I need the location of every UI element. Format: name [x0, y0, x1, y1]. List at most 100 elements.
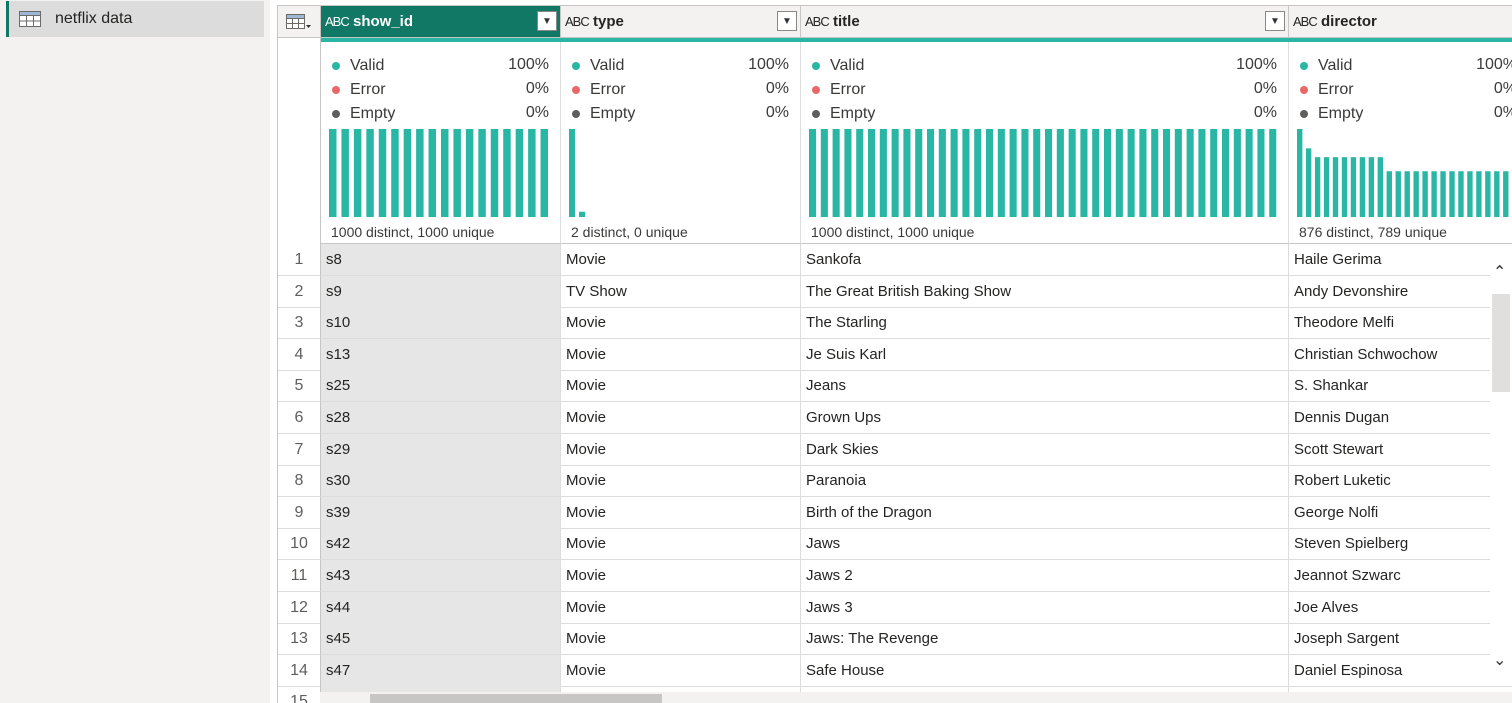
table-cell-director[interactable]: Scott Stewart: [1289, 434, 1512, 466]
table-cell-director[interactable]: Dennis Dugan: [1289, 402, 1512, 434]
distribution-bar[interactable]: [1386, 171, 1392, 217]
table-cell-title[interactable]: Jaws 2: [801, 560, 1289, 592]
distribution-bar[interactable]: [1186, 129, 1194, 217]
table-cell-type[interactable]: Movie: [561, 591, 801, 624]
distribution-bar[interactable]: [1151, 129, 1159, 217]
table-cell-type[interactable]: Movie: [561, 370, 801, 403]
distribution-bar[interactable]: [441, 129, 449, 217]
text-type-icon[interactable]: ABC: [805, 14, 830, 29]
table-cell-title[interactable]: Sankofa: [801, 244, 1289, 276]
distribution-bar[interactable]: [1485, 171, 1491, 217]
distribution-bar[interactable]: [1314, 157, 1321, 217]
table-cell-show_id[interactable]: s13: [321, 338, 561, 371]
table-cell-director[interactable]: George Nolfi: [1289, 497, 1512, 529]
table-cell-type[interactable]: Movie: [561, 338, 801, 371]
table-cell-show_id[interactable]: s25: [321, 370, 561, 403]
distribution-bar[interactable]: [1163, 129, 1171, 217]
distribution-bar[interactable]: [997, 129, 1005, 217]
distribution-bar[interactable]: [856, 129, 864, 217]
distribution-bar[interactable]: [962, 129, 970, 217]
table-cell-title[interactable]: Je Suis Karl: [801, 338, 1289, 371]
distribution-bar[interactable]: [1413, 171, 1419, 217]
table-cell-title[interactable]: Grown Ups: [801, 402, 1289, 434]
distribution-bar[interactable]: [820, 129, 828, 217]
distribution-bar[interactable]: [391, 129, 399, 217]
distribution-bar[interactable]: [1305, 148, 1312, 217]
row-number[interactable]: 6: [278, 402, 321, 434]
table-cell-show_id[interactable]: s39: [321, 496, 561, 529]
distribution-bar[interactable]: [891, 129, 899, 217]
distribution-bar[interactable]: [1115, 129, 1123, 217]
table-cell-type[interactable]: Movie: [561, 402, 801, 434]
distribution-bar[interactable]: [1021, 129, 1029, 217]
column-header-type[interactable]: ABC type ▼: [561, 6, 801, 38]
distribution-bar[interactable]: [1503, 171, 1509, 217]
scroll-down-icon[interactable]: ⌄: [1493, 650, 1506, 670]
table-cell-type[interactable]: TV Show: [561, 275, 801, 308]
row-number[interactable]: 13: [278, 623, 321, 656]
horizontal-scroll-thumb[interactable]: [370, 694, 662, 703]
distribution-bar[interactable]: [1174, 129, 1182, 217]
distribution-bar[interactable]: [403, 129, 412, 217]
distribution-bar[interactable]: [1045, 129, 1053, 217]
row-number[interactable]: 4: [278, 338, 321, 371]
column-header-show_id[interactable]: ABC show_id ▼: [321, 6, 561, 38]
horizontal-scrollbar[interactable]: [320, 692, 1512, 703]
table-cell-title[interactable]: Dark Skies: [801, 433, 1289, 466]
row-number[interactable]: 9: [278, 496, 321, 529]
distribution-bar[interactable]: [366, 129, 374, 217]
row-number[interactable]: 8: [278, 465, 321, 498]
distribution-bar[interactable]: [1449, 171, 1455, 217]
scroll-up-icon[interactable]: ⌃: [1493, 262, 1506, 282]
distribution-bar[interactable]: [1494, 171, 1500, 217]
distribution-bar[interactable]: [1139, 129, 1147, 217]
distribution-bar[interactable]: [927, 129, 935, 217]
distribution-bar[interactable]: [1127, 129, 1135, 217]
query-item-netflix-data[interactable]: netflix data: [6, 1, 264, 37]
distribution-bar[interactable]: [528, 129, 536, 217]
table-cell-director[interactable]: Joe Alves: [1289, 592, 1512, 624]
table-cell-title[interactable]: The Starling: [801, 307, 1289, 340]
distribution-bar[interactable]: [428, 129, 437, 217]
table-cell-type[interactable]: Movie: [561, 307, 801, 340]
row-number[interactable]: 14: [278, 654, 321, 687]
distribution-bar[interactable]: [1395, 171, 1401, 217]
distribution-bar[interactable]: [1222, 129, 1230, 217]
distribution-bar[interactable]: [1323, 157, 1330, 217]
text-type-icon[interactable]: ABC: [1293, 14, 1318, 29]
distribution-bar[interactable]: [903, 129, 911, 217]
distribution-bar[interactable]: [353, 129, 362, 217]
table-cell-title[interactable]: Jaws: The Revenge: [801, 623, 1289, 656]
distribution-bar[interactable]: [974, 129, 982, 217]
row-number[interactable]: 15: [278, 686, 321, 703]
table-cell-director[interactable]: S. Shankar: [1289, 370, 1512, 403]
distribution-bar[interactable]: [1458, 171, 1464, 217]
table-cell-show_id[interactable]: s10: [321, 307, 561, 340]
table-cell-director[interactable]: Daniel Espinosa: [1289, 655, 1512, 687]
distribution-bar[interactable]: [1359, 157, 1366, 217]
filter-dropdown-button[interactable]: ▼: [537, 11, 557, 31]
filter-dropdown-button[interactable]: ▼: [1265, 11, 1285, 31]
table-cell-show_id[interactable]: s8: [321, 244, 561, 276]
distribution-bar[interactable]: [490, 129, 499, 217]
table-menu-button[interactable]: [278, 6, 321, 38]
distribution-bar[interactable]: [1431, 171, 1437, 217]
distribution-bar[interactable]: [1377, 157, 1384, 217]
distribution-bar[interactable]: [1009, 129, 1017, 217]
distribution-bar[interactable]: [540, 129, 549, 217]
row-number[interactable]: 3: [278, 307, 321, 340]
distribution-bar[interactable]: [1104, 129, 1112, 217]
table-cell-director[interactable]: Jeannot Szwarc: [1289, 560, 1512, 592]
column-header-director[interactable]: ABC director: [1289, 6, 1512, 38]
table-cell-title[interactable]: Safe House: [801, 654, 1289, 687]
table-cell-title[interactable]: Jaws: [801, 528, 1289, 561]
table-cell-type[interactable]: Movie: [561, 244, 801, 276]
text-type-icon[interactable]: ABC: [325, 14, 350, 29]
distribution-bar[interactable]: [844, 129, 852, 217]
table-cell-show_id[interactable]: s30: [321, 465, 561, 498]
distribution-bar[interactable]: [1056, 129, 1064, 217]
table-cell-title[interactable]: Paranoia: [801, 465, 1289, 498]
distribution-bar[interactable]: [1269, 129, 1277, 217]
distribution-bar[interactable]: [1368, 157, 1375, 217]
distribution-bar[interactable]: [1257, 129, 1265, 217]
